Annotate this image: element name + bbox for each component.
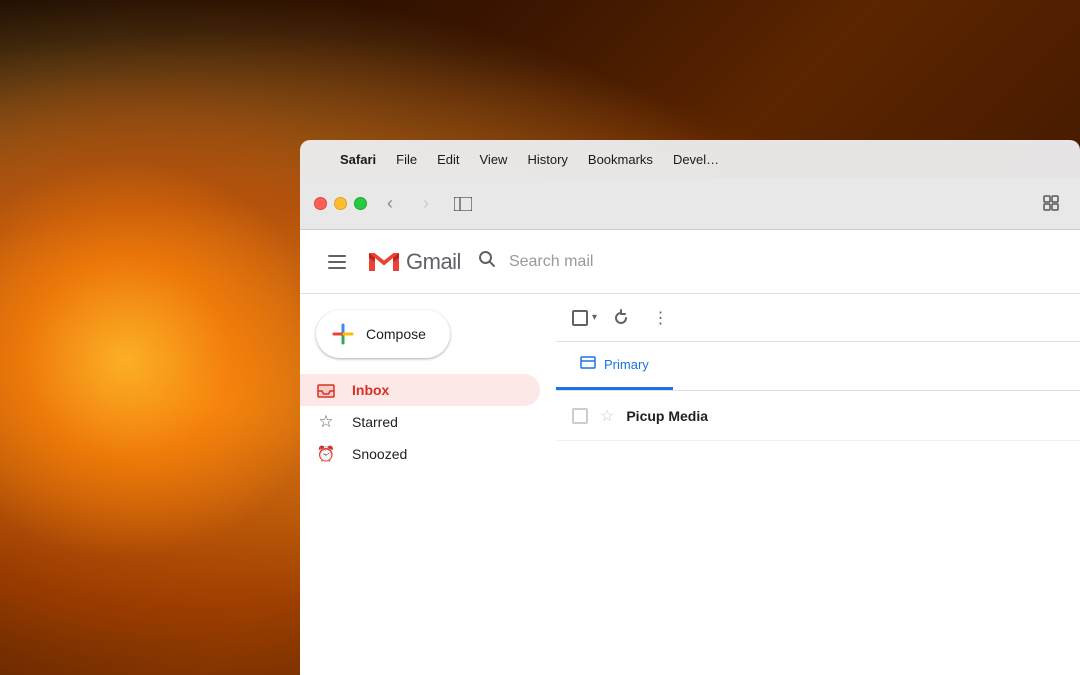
menubar-devel[interactable]: Devel… [673, 152, 719, 167]
email-star-icon[interactable]: ☆ [600, 406, 614, 426]
main-toolbar: ▾ ⋮ [556, 294, 1080, 342]
hamburger-line [328, 255, 346, 257]
primary-tab-label: Primary [604, 357, 649, 372]
tab-primary[interactable]: Primary [556, 342, 673, 390]
compose-plus-icon [332, 323, 354, 345]
gmail-logo-area: Gmail [366, 248, 461, 276]
close-button[interactable] [314, 197, 327, 210]
mac-menubar: Safari File Edit View History Bookmarks … [300, 140, 1080, 178]
search-placeholder-text: Search mail [509, 253, 593, 271]
more-options-button[interactable]: ⋮ [645, 302, 677, 334]
safari-window: ‹ › [300, 178, 1080, 675]
sidebar-toggle-button[interactable] [449, 190, 477, 218]
refresh-icon [612, 309, 630, 327]
snoozed-label: Snoozed [352, 446, 407, 462]
hamburger-line [328, 267, 346, 269]
starred-label: Starred [352, 414, 398, 430]
sidebar-item-snoozed[interactable]: ⏰ Snoozed [300, 438, 540, 470]
menubar-bookmarks[interactable]: Bookmarks [588, 152, 653, 167]
select-chevron-icon[interactable]: ▾ [592, 312, 597, 323]
gmail-header: Gmail Search mail [300, 230, 1080, 294]
mail-tabs: Primary [556, 342, 1080, 391]
forward-button[interactable]: › [413, 191, 439, 217]
compose-label: Compose [366, 326, 426, 342]
email-row[interactable]: ☆ Picup Media [556, 391, 1080, 441]
select-all-area[interactable]: ▾ [572, 310, 597, 326]
tab-overview-button[interactable] [1038, 190, 1066, 218]
more-dots-icon: ⋮ [653, 308, 670, 328]
primary-tab-icon [580, 354, 596, 375]
hamburger-line [328, 261, 346, 263]
hamburger-menu-button[interactable] [324, 251, 350, 273]
compose-button[interactable]: Compose [316, 310, 450, 358]
laptop-frame: Safari File Edit View History Bookmarks … [300, 0, 1080, 675]
gmail-app-name: Gmail [406, 249, 461, 275]
menubar-view[interactable]: View [480, 152, 508, 167]
back-button[interactable]: ‹ [377, 191, 403, 217]
search-icon [477, 249, 497, 274]
minimize-button[interactable] [334, 197, 347, 210]
sidebar-item-inbox[interactable]: Inbox [300, 374, 540, 406]
inbox-icon [316, 380, 336, 400]
fullscreen-button[interactable] [354, 197, 367, 210]
inbox-label: Inbox [352, 382, 389, 398]
menubar-history[interactable]: History [527, 152, 567, 167]
snoozed-icon: ⏰ [316, 444, 336, 464]
gmail-body: Compose Inbox ☆ S [300, 294, 1080, 675]
gmail-m-logo [366, 248, 402, 276]
grid-icon [1043, 195, 1061, 213]
gmail-sidebar: Compose Inbox ☆ S [300, 294, 556, 675]
email-checkbox[interactable] [572, 408, 588, 424]
menubar-edit[interactable]: Edit [437, 152, 459, 167]
forward-icon: › [423, 193, 429, 214]
traffic-lights [314, 197, 367, 210]
search-area[interactable]: Search mail [477, 249, 877, 274]
refresh-button[interactable] [605, 302, 637, 334]
email-sender: Picup Media [626, 408, 746, 424]
back-icon: ‹ [387, 193, 393, 214]
menubar-file[interactable]: File [396, 152, 417, 167]
sidebar-item-starred[interactable]: ☆ Starred [300, 406, 540, 438]
compose-plus-colored-icon [332, 323, 354, 345]
select-all-checkbox[interactable] [572, 310, 588, 326]
star-icon: ☆ [316, 412, 336, 432]
menubar-safari[interactable]: Safari [340, 152, 376, 167]
gmail-main: ▾ ⋮ [556, 294, 1080, 675]
sidebar-icon [454, 197, 472, 211]
gmail-content: Gmail Search mail [300, 230, 1080, 675]
safari-toolbar: ‹ › [300, 178, 1080, 230]
